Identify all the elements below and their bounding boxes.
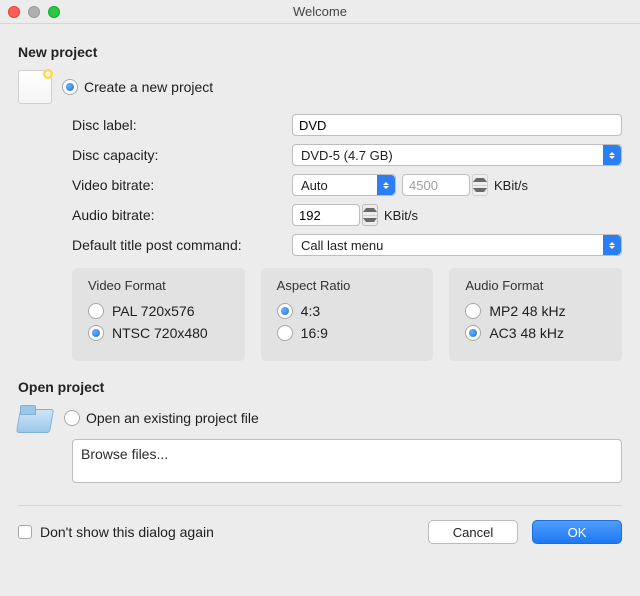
video-bitrate-label: Video bitrate: [72,177,292,193]
cancel-button[interactable]: Cancel [428,520,518,544]
audio-format-group: Audio Format MP2 48 kHz AC3 48 kHz [449,268,622,361]
window-title: Welcome [0,4,640,19]
audio-format-title: Audio Format [465,278,606,293]
browse-files-box[interactable]: Browse files... [72,439,622,483]
titlebar: Welcome [0,0,640,24]
post-command-label: Default title post command: [72,237,292,253]
aspect-169-label: 16:9 [301,325,328,341]
create-new-project-radio[interactable] [62,79,78,95]
dropdown-arrows-icon [603,145,621,165]
audio-bitrate-label: Audio bitrate: [72,207,292,223]
video-bitrate-input [402,174,470,196]
minimize-icon [28,6,40,18]
traffic-lights [8,6,60,18]
video-format-title: Video Format [88,278,229,293]
disc-capacity-select[interactable]: DVD-5 (4.7 GB) [292,144,622,166]
ac3-radio[interactable] [465,325,481,341]
pal-radio[interactable] [88,303,104,319]
aspect-ratio-group: Aspect Ratio 4:3 16:9 [261,268,434,361]
open-project-heading: Open project [18,379,622,395]
video-format-group: Video Format PAL 720x576 NTSC 720x480 [72,268,245,361]
ntsc-label: NTSC 720x480 [112,325,208,341]
dropdown-arrows-icon [603,235,621,255]
ac3-label: AC3 48 kHz [489,325,564,341]
ok-button[interactable]: OK [532,520,622,544]
open-folder-icon [18,405,54,431]
separator [18,505,622,506]
dropdown-arrows-icon [377,175,395,195]
open-existing-label: Open an existing project file [86,410,259,426]
pal-label: PAL 720x576 [112,303,195,319]
aspect-ratio-title: Aspect Ratio [277,278,418,293]
video-bitrate-select[interactable]: Auto [292,174,396,196]
audio-bitrate-unit: KBit/s [384,208,418,223]
aspect-169-radio[interactable] [277,325,293,341]
post-command-select[interactable]: Call last menu [292,234,622,256]
aspect-43-label: 4:3 [301,303,320,319]
disc-label-label: Disc label: [72,117,292,133]
new-project-heading: New project [18,44,622,60]
audio-bitrate-stepper[interactable] [362,204,378,226]
mp2-radio[interactable] [465,303,481,319]
create-new-project-label: Create a new project [84,79,213,95]
close-icon[interactable] [8,6,20,18]
disc-label-input[interactable] [292,114,622,136]
zoom-icon[interactable] [48,6,60,18]
new-project-icon [18,70,52,104]
dont-show-again-label: Don't show this dialog again [40,524,214,540]
open-existing-radio[interactable] [64,410,80,426]
video-bitrate-stepper [472,174,488,196]
audio-bitrate-input[interactable] [292,204,360,226]
aspect-43-radio[interactable] [277,303,293,319]
disc-capacity-label: Disc capacity: [72,147,292,163]
video-bitrate-unit: KBit/s [494,178,528,193]
mp2-label: MP2 48 kHz [489,303,565,319]
ntsc-radio[interactable] [88,325,104,341]
dont-show-again-checkbox[interactable] [18,525,32,539]
